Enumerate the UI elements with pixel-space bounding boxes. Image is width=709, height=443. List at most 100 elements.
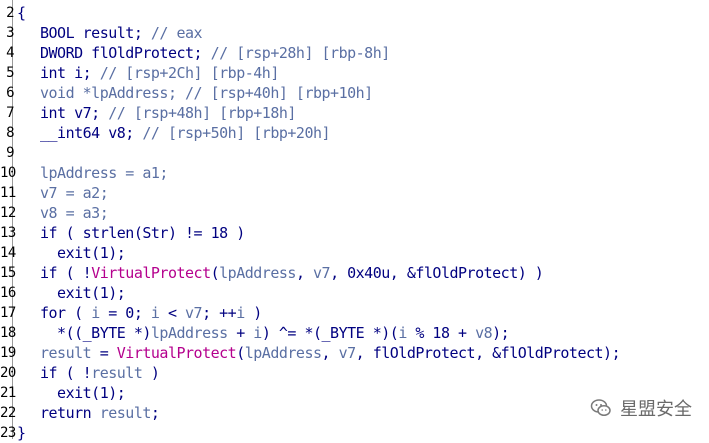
code-token: ) xyxy=(244,304,262,322)
code-line: 7 int v7; // [rsp+48h] [rbp+18h] xyxy=(0,103,709,123)
code-line: 18 *((_BYTE *)lpAddress + i) ^= *(_BYTE … xyxy=(0,323,709,343)
comment-token: // [rsp+48h] [rbp+18h] xyxy=(108,104,296,122)
line-number: 6 xyxy=(6,85,14,101)
code-token: lpAddress = a1; xyxy=(40,164,168,182)
code-text: __int64 v8; // [rsp+50h] [rbp+20h] xyxy=(40,123,331,143)
comment-token: // [rsp+50h] [rbp+20h] xyxy=(142,124,331,142)
code-token: int i; xyxy=(40,64,100,82)
code-token: + xyxy=(227,324,254,342)
code-token: result xyxy=(91,364,143,382)
code-text: if ( strlen(Str) != 18 ) xyxy=(40,223,245,243)
code-token: } xyxy=(17,424,26,442)
code-token: v7 xyxy=(185,304,203,322)
line-number: 14 xyxy=(0,245,16,261)
code-line: 12 v8 = a3; xyxy=(0,203,709,223)
code-text: exit(1); xyxy=(40,283,126,303)
code-token: i xyxy=(253,324,262,342)
line-number: 7 xyxy=(6,105,14,121)
code-token: ; xyxy=(150,404,160,422)
code-text: if ( !result ) xyxy=(40,363,160,383)
code-line: 4 DWORD flOldProtect; // [rsp+28h] [rbp-8… xyxy=(0,43,709,63)
line-number: 22 xyxy=(0,405,16,421)
code-token: , xyxy=(295,264,313,282)
comment-token: // eax xyxy=(150,24,203,42)
wechat-icon xyxy=(590,397,612,419)
code-line: 11 v7 = a2; xyxy=(0,183,709,203)
line-number: 23 xyxy=(0,425,16,441)
line-number: 17 xyxy=(0,305,16,321)
code-token: < xyxy=(159,304,186,322)
function-token[interactable]: VirtualProtect xyxy=(91,264,211,282)
code-token: if ( ! xyxy=(40,264,92,282)
code-token: return xyxy=(40,404,100,422)
code-token: % 18 + xyxy=(406,324,476,342)
code-text: } xyxy=(17,423,26,443)
code-text: void *lpAddress; // [rsp+40h] [rbp+10h] xyxy=(40,83,373,103)
code-line: 6 void *lpAddress; // [rsp+40h] [rbp+10h] xyxy=(0,83,709,103)
code-text: lpAddress = a1; xyxy=(40,163,168,183)
line-number: 5 xyxy=(6,65,14,81)
watermark-text: 星盟安全 xyxy=(620,399,692,420)
comment-token: // [rsp+28h] [rbp-8h] xyxy=(210,44,391,62)
code-token: exit(1); xyxy=(40,244,126,262)
code-line: 20 if ( !result ) xyxy=(0,363,709,383)
code-token: if ( ! xyxy=(40,364,92,382)
code-token: void *lpAddress; xyxy=(40,84,186,102)
code-token: int v7; xyxy=(40,104,109,122)
comment-token: // [rsp+40h] [rbp+10h] xyxy=(185,84,373,102)
code-token: v8 xyxy=(475,324,493,342)
code-token: i xyxy=(91,304,100,322)
code-token: { xyxy=(17,4,26,22)
code-token: , 0x40u, &flOldProtect) ) xyxy=(330,264,544,282)
code-token: ( xyxy=(236,344,245,362)
comment-token: // [rsp+2Ch] [rbp-4h] xyxy=(99,64,280,82)
line-number: 9 xyxy=(6,145,14,161)
code-line: 19 result = VirtualProtect(lpAddress, v7,… xyxy=(0,343,709,363)
code-text: int v7; // [rsp+48h] [rbp+18h] xyxy=(40,103,296,123)
code-text: v8 = a3; xyxy=(40,203,109,223)
code-line: 13 if ( strlen(Str) != 18 ) xyxy=(0,223,709,243)
code-token: if ( strlen(Str) != 18 ) xyxy=(40,224,245,242)
line-number: 3 xyxy=(6,25,14,41)
code-text: BOOL result; // eax xyxy=(40,23,203,43)
code-token: ( xyxy=(210,264,220,282)
code-token: BOOL result; xyxy=(40,24,151,42)
code-token: v7 xyxy=(338,344,357,362)
code-token: __int64 v8; xyxy=(40,124,143,142)
code-line: 2{ xyxy=(0,3,709,23)
code-text: return result; xyxy=(40,403,160,423)
code-text: exit(1); xyxy=(40,243,126,263)
code-token: = xyxy=(91,344,117,362)
code-line: 17 for ( i = 0; i < v7; ++i ) xyxy=(0,303,709,323)
code-line: 5 int i; // [rsp+2Ch] [rbp-4h] xyxy=(0,63,709,83)
code-line: 8 __int64 v8; // [rsp+50h] [rbp+20h] xyxy=(0,123,709,143)
code-line: 16 exit(1); xyxy=(0,283,709,303)
code-line: 9 xyxy=(0,143,709,163)
code-token: DWORD flOldProtect; xyxy=(40,44,211,62)
line-number: 18 xyxy=(0,325,16,341)
line-number: 21 xyxy=(0,385,16,401)
code-token: ); xyxy=(492,324,510,342)
code-token: ; ++ xyxy=(202,304,237,322)
code-line: 3 BOOL result; // eax xyxy=(0,23,709,43)
code-token: ) ^= *(_BYTE *)( xyxy=(261,324,399,342)
code-token: v7 xyxy=(313,264,331,282)
code-token: = 0; xyxy=(99,304,151,322)
code-token: , xyxy=(321,344,339,362)
code-token: ) xyxy=(142,364,160,382)
function-token[interactable]: VirtualProtect xyxy=(117,344,237,362)
line-number: 16 xyxy=(0,285,16,301)
code-text: v7 = a2; xyxy=(40,183,109,203)
code-token: i xyxy=(236,304,245,322)
code-token: exit(1); xyxy=(40,384,126,402)
pseudocode-view: 2{ 3 BOOL result; // eax 4 DWORD flOldProtec… xyxy=(0,0,709,442)
code-text: if ( !VirtualProtect(lpAddress, v7, 0x40… xyxy=(40,263,544,283)
code-line: 23} xyxy=(0,423,709,443)
code-text: *((_BYTE *)lpAddress + i) ^= *(_BYTE *)(… xyxy=(40,323,510,343)
code-line: 14 exit(1); xyxy=(0,243,709,263)
line-number: 10 xyxy=(0,165,16,181)
code-token: *((_BYTE *) xyxy=(40,324,151,342)
code-text: exit(1); xyxy=(40,383,126,403)
code-token: lpAddress xyxy=(219,264,296,282)
code-token: lpAddress xyxy=(244,344,322,362)
